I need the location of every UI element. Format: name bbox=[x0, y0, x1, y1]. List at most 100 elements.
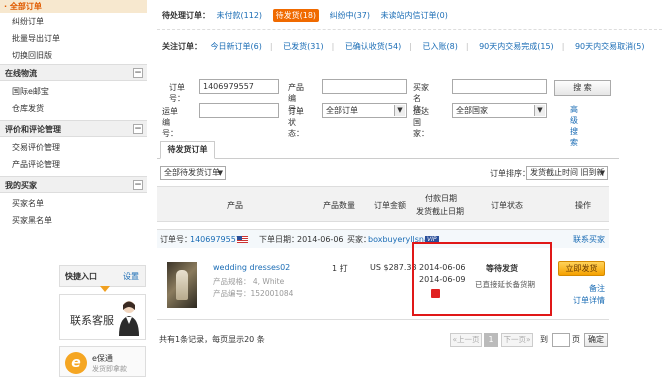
sidebar-item-all-orders[interactable]: 全部订单 bbox=[0, 0, 147, 13]
country-label: 运达国家： bbox=[413, 107, 429, 138]
tab-unpaid[interactable]: 未付款(112) bbox=[217, 11, 263, 20]
attention-orders-row: 关注订单： 今日新订单(6) | 已发货(31) | 已确认收货(54) | 已入账(… bbox=[162, 42, 645, 51]
link-credited[interactable]: 已入账(8) bbox=[422, 42, 457, 51]
sidebar-item-product-reviews[interactable]: 产品评论管理 bbox=[0, 156, 147, 173]
link-confirmed[interactable]: 已确认收货(54) bbox=[345, 42, 401, 51]
sidebar-group-reviews[interactable]: 评价和评论管理 − bbox=[0, 120, 147, 137]
sidebar-item-warehouse[interactable]: 仓库发货 bbox=[0, 100, 147, 117]
agent-avatar-icon bbox=[119, 301, 139, 336]
order-no-input[interactable]: 1406979557 bbox=[199, 79, 279, 94]
sidebar-item-trade-reviews[interactable]: 交易评价管理 bbox=[0, 139, 147, 156]
order-tab-strip: 待发货订单 bbox=[157, 139, 619, 159]
col-payment-date: 付款日期 bbox=[425, 194, 457, 203]
country-value: 全部国家 bbox=[456, 106, 488, 115]
escrow-subtitle: 发货即拿款 bbox=[92, 365, 127, 373]
pagination-bar: 共有1条记录，每页显示20 条 «上一页 1 下一页» 到 页 确定 bbox=[157, 332, 609, 348]
pending-orders-row: 待处理订单： 未付款(112) 待发货(18) 纠纷中(37) 未读站内信订单(… bbox=[162, 8, 456, 24]
sidebar-item-buyer-blacklist[interactable]: 买家黑名单 bbox=[0, 212, 147, 229]
sidebar-item-switch-old[interactable]: 切换回旧版 bbox=[0, 47, 147, 64]
col-product: 产品 bbox=[227, 201, 243, 210]
quick-entry-settings-link[interactable]: 设置 bbox=[123, 271, 139, 282]
goto-label: 到 bbox=[540, 335, 548, 344]
tab-awaiting-shipment-orders[interactable]: 待发货订单 bbox=[160, 141, 215, 159]
page-number-input[interactable] bbox=[552, 333, 570, 347]
customer-service-box[interactable]: 联系客服 bbox=[59, 294, 146, 340]
col-quantity: 产品数量 bbox=[323, 201, 355, 210]
order-no-label: 订单号： bbox=[160, 235, 192, 244]
order-filter-value: 全部待发货订单 bbox=[164, 168, 220, 177]
sidebar-item-disputes[interactable]: 纠纷订单 bbox=[0, 13, 147, 30]
col-amount: 订单金额 bbox=[374, 201, 406, 210]
note-link[interactable]: 备注 bbox=[589, 283, 605, 294]
order-no-link[interactable]: 1406979557 bbox=[190, 230, 241, 249]
product-thumbnail[interactable] bbox=[167, 262, 197, 308]
order-detail-link[interactable]: 订单详情 bbox=[573, 295, 605, 306]
sidebar-group-title: 在线物流 bbox=[5, 69, 37, 78]
link-cancelled-90d[interactable]: 90天内交易取消(5) bbox=[575, 42, 645, 51]
tracking-no-input[interactable] bbox=[199, 103, 279, 118]
sidebar-item-batch-export[interactable]: 批量导出订单 bbox=[0, 30, 147, 47]
tab-unread-messages[interactable]: 未读站内信订单(0) bbox=[381, 11, 448, 20]
order-date: 2014-06-06 bbox=[297, 235, 344, 244]
col-action: 操作 bbox=[575, 201, 591, 210]
sidebar-item-epacket[interactable]: 国际e邮宝 bbox=[0, 83, 147, 100]
escrow-promo[interactable]: e e保通 发货即拿款 bbox=[59, 346, 146, 377]
chevron-down-icon: ▼ bbox=[394, 105, 405, 116]
product-spec: 产品规格： 4, White bbox=[213, 277, 285, 286]
col-status: 订单状态 bbox=[491, 201, 523, 210]
sidebar-item-buyer-list[interactable]: 买家名单 bbox=[0, 195, 147, 212]
order-filter-select[interactable]: 全部待发货订单 ▼ bbox=[160, 166, 226, 180]
chevron-down-icon: ▼ bbox=[534, 105, 545, 116]
current-page[interactable]: 1 bbox=[484, 333, 498, 347]
link-completed-90d[interactable]: 90天内交易完成(15) bbox=[479, 42, 554, 51]
sort-value: 发货截止时间 旧到新 bbox=[530, 168, 605, 177]
product-no: 产品编号：152001084 bbox=[213, 289, 294, 298]
escrow-logo-icon: e bbox=[65, 352, 87, 374]
divider bbox=[157, 29, 662, 30]
buyer-name-input[interactable] bbox=[452, 79, 547, 94]
sort-label: 订单排序： bbox=[490, 169, 530, 178]
product-no-input[interactable] bbox=[322, 79, 407, 94]
col-ship-deadline: 发货截止日期 bbox=[416, 207, 464, 216]
chevron-down-icon: ▼ bbox=[217, 169, 223, 177]
collapse-icon[interactable]: − bbox=[133, 124, 143, 134]
order-amount: US $287.33 bbox=[370, 263, 417, 272]
chevron-down-icon: ▼ bbox=[599, 169, 605, 177]
expand-arrow-icon[interactable] bbox=[100, 286, 110, 292]
attention-orders-label: 关注订单： bbox=[162, 42, 202, 51]
search-button[interactable]: 搜 索 bbox=[554, 80, 611, 96]
order-no-label: 订单号： bbox=[169, 83, 185, 103]
order-date-label: 下单日期： bbox=[259, 235, 299, 244]
prev-page-button[interactable]: «上一页 bbox=[450, 333, 482, 347]
ship-now-button[interactable]: 立即发货 bbox=[558, 261, 605, 276]
product-name-link[interactable]: wedding dresses02 bbox=[213, 263, 290, 272]
collapse-icon[interactable]: − bbox=[133, 68, 143, 78]
sidebar-group-title: 评价和评论管理 bbox=[5, 125, 61, 134]
link-new-today[interactable]: 今日新订单(6) bbox=[211, 42, 262, 51]
tab-in-dispute[interactable]: 纠纷中(37) bbox=[330, 11, 370, 20]
customer-service-label: 联系客服 bbox=[70, 314, 114, 327]
tracking-no-label: 运单编号： bbox=[162, 107, 178, 138]
contact-buyer-link[interactable]: 联系买家 bbox=[573, 230, 605, 249]
tab-awaiting-shipment[interactable]: 待发货(18) bbox=[272, 9, 320, 22]
sidebar-group-logistics[interactable]: 在线物流 − bbox=[0, 64, 147, 81]
table-header: 产品 产品数量 订单金额 付款日期 发货截止日期 订单状态 操作 bbox=[157, 186, 609, 222]
sidebar-group-buyers[interactable]: 我的买家 − bbox=[0, 176, 147, 193]
highlight-box bbox=[412, 242, 552, 316]
collapse-icon[interactable]: − bbox=[133, 180, 143, 190]
quick-entry-panel: 快捷入口 设置 bbox=[59, 265, 146, 292]
pending-orders-label: 待处理订单： bbox=[162, 11, 210, 20]
sidebar-group-title: 我的买家 bbox=[5, 181, 37, 190]
main-content: 待处理订单： 未付款(112) 待发货(18) 纠纷中(37) 未读站内信订单(… bbox=[157, 0, 662, 377]
next-page-button[interactable]: 下一页» bbox=[501, 333, 533, 347]
order-status-label: 订单状态： bbox=[288, 107, 304, 138]
us-flag-icon bbox=[237, 230, 248, 249]
sort-select[interactable]: 发货截止时间 旧到新 ▼ bbox=[526, 166, 608, 180]
confirm-page-button[interactable]: 确定 bbox=[584, 333, 608, 347]
country-select[interactable]: 全部国家 ▼ bbox=[452, 103, 547, 118]
escrow-title: e保通 bbox=[92, 354, 113, 363]
order-status-select[interactable]: 全部订单 ▼ bbox=[322, 103, 407, 118]
record-summary: 共有1条记录，每页显示20 条 bbox=[159, 335, 265, 344]
quick-entry-title: 快捷入口 bbox=[65, 272, 97, 281]
link-shipped[interactable]: 已发货(31) bbox=[283, 42, 323, 51]
